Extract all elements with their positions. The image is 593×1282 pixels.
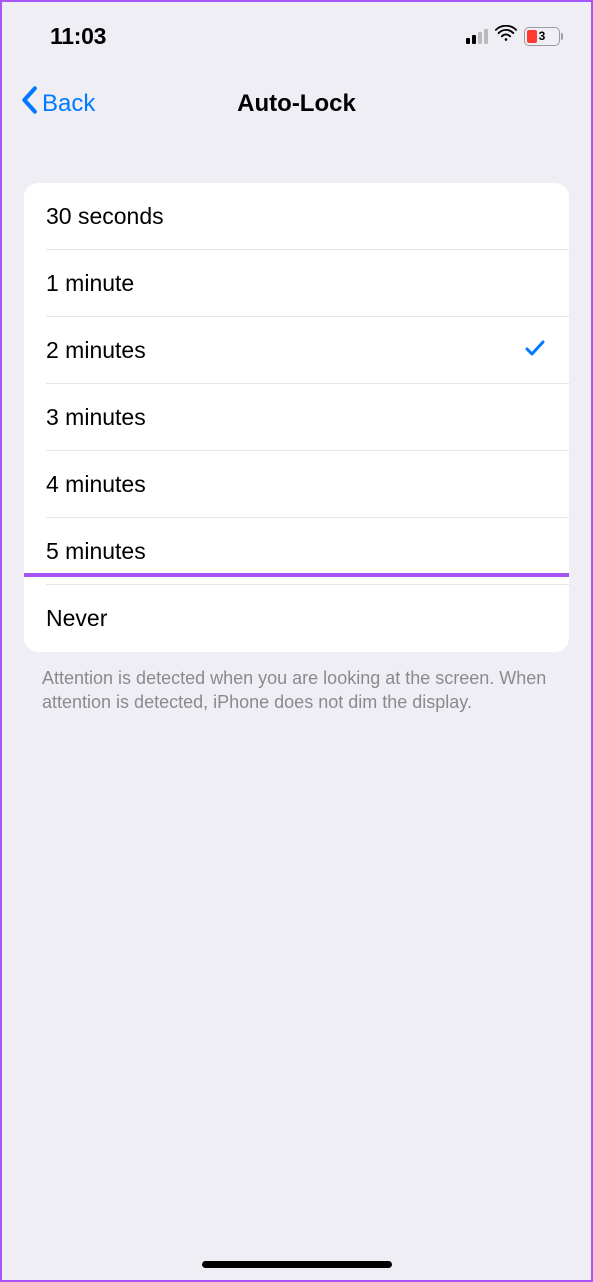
status-icons: 3: [466, 25, 563, 48]
option-4-minutes[interactable]: 4 minutes: [24, 451, 569, 518]
home-indicator[interactable]: [202, 1261, 392, 1268]
back-button[interactable]: Back: [20, 86, 95, 121]
option-label: 5 minutes: [46, 538, 146, 565]
navigation-bar: Back Auto-Lock: [2, 58, 591, 145]
battery-level: 3: [539, 29, 546, 43]
option-never[interactable]: Never: [24, 585, 569, 652]
option-label: 30 seconds: [46, 203, 164, 230]
autolock-options-list: 30 seconds 1 minute 2 minutes 3 minutes …: [24, 183, 569, 652]
page-title: Auto-Lock: [237, 90, 356, 118]
wifi-icon: [495, 25, 517, 48]
option-1-minute[interactable]: 1 minute: [24, 250, 569, 317]
checkmark-icon: [523, 336, 547, 365]
option-5-minutes[interactable]: 5 minutes: [24, 518, 569, 585]
chevron-left-icon: [20, 86, 38, 121]
footer-description: Attention is detected when you are looki…: [42, 666, 551, 715]
option-3-minutes[interactable]: 3 minutes: [24, 384, 569, 451]
back-label: Back: [42, 90, 95, 118]
option-2-minutes[interactable]: 2 minutes: [24, 317, 569, 384]
option-label: 4 minutes: [46, 471, 146, 498]
cellular-signal-icon: [466, 28, 488, 44]
option-label: 3 minutes: [46, 404, 146, 431]
battery-icon: 3: [524, 27, 563, 46]
option-label: 2 minutes: [46, 337, 146, 364]
option-30-seconds[interactable]: 30 seconds: [24, 183, 569, 250]
status-bar: 11:03 3: [2, 2, 591, 58]
status-time: 11:03: [50, 23, 106, 50]
option-label: 1 minute: [46, 270, 134, 297]
option-label: Never: [46, 605, 107, 632]
